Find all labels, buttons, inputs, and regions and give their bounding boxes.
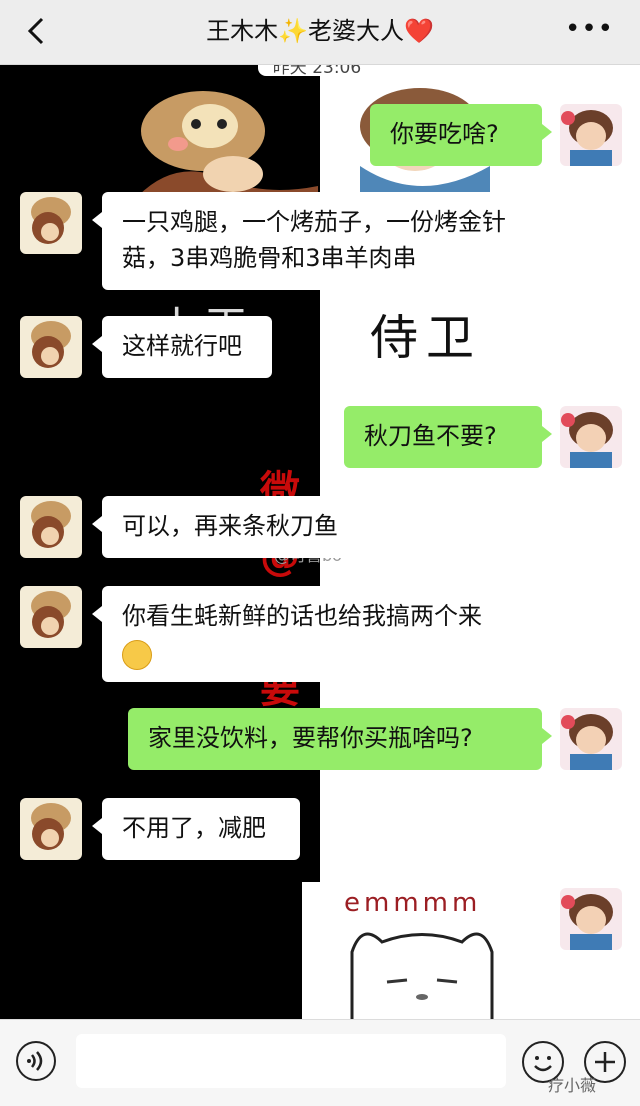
- more-dots-icon[interactable]: •••: [565, 14, 614, 44]
- chat-header: 王木木✨老婆大人❤️ •••: [0, 0, 640, 65]
- my-avatar[interactable]: [560, 708, 622, 770]
- message-bubble-received[interactable]: 这样就行吧: [92, 316, 272, 378]
- message-bubble-received[interactable]: 可以，再来条秋刀鱼: [92, 496, 376, 558]
- bottom-watermark: 疗小薇: [548, 1076, 597, 1095]
- contact-avatar[interactable]: [20, 192, 82, 254]
- chat-title[interactable]: 王木木✨老婆大人❤️: [150, 14, 490, 48]
- wallpaper-big-text: 侍卫: [370, 310, 483, 366]
- cartoon-cat-illustration: [138, 91, 318, 196]
- input-bar: 疗小薇: [0, 1019, 640, 1106]
- message-bubble-sent[interactable]: 家里没饮料，要帮你买瓶啥吗?: [128, 708, 552, 770]
- voice-icon[interactable]: [16, 1041, 56, 1081]
- sticker-message[interactable]: emmmm: [302, 882, 542, 1022]
- my-avatar[interactable]: [560, 104, 622, 166]
- message-bubble-sent[interactable]: 你要吃啥?: [370, 104, 552, 166]
- contact-avatar[interactable]: [20, 798, 82, 860]
- back-chevron-icon[interactable]: [22, 14, 52, 48]
- message-input[interactable]: [76, 1034, 506, 1088]
- message-bubble-sent[interactable]: 秋刀鱼不要?: [344, 406, 552, 468]
- message-bubble-received[interactable]: 一只鸡腿，一个烤茄子，一份烤金针菇，3串鸡脆骨和3串羊肉串: [92, 192, 540, 290]
- my-avatar[interactable]: [560, 888, 622, 950]
- contact-avatar[interactable]: [20, 586, 82, 648]
- smiling-face-emoji-icon: [122, 640, 152, 670]
- message-bubble-received[interactable]: 你看生蚝新鲜的话也给我搞两个来: [92, 586, 540, 682]
- cat-face-sticker-icon: [350, 932, 494, 1022]
- contact-avatar[interactable]: [20, 496, 82, 558]
- message-text: 你看生蚝新鲜的话也给我搞两个来: [122, 602, 482, 630]
- contact-avatar[interactable]: [20, 316, 82, 378]
- message-bubble-received[interactable]: 不用了，减肥: [92, 798, 300, 860]
- my-avatar[interactable]: [560, 406, 622, 468]
